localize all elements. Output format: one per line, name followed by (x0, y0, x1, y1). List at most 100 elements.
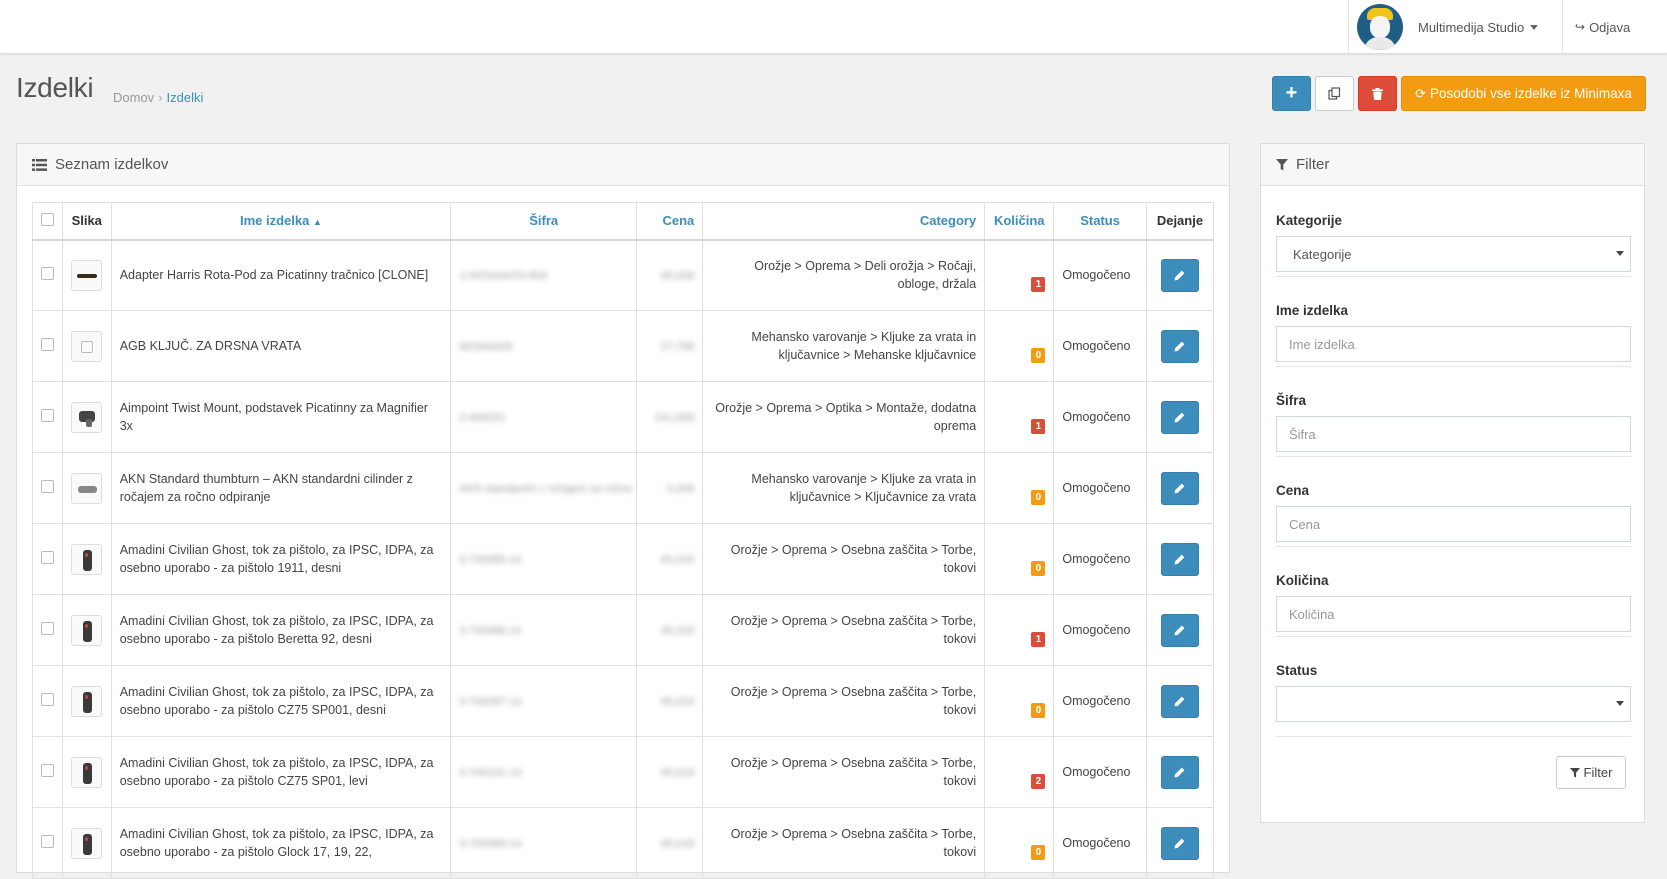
product-code: 3-700191-14 (459, 767, 522, 779)
table-row: Amadini Civilian Ghost, tok za pištolo, … (32, 665, 1215, 737)
filter-panel: Filter Kategorije Kategorije Ime izdelka… (1260, 143, 1645, 823)
plus-icon: + (1285, 82, 1298, 104)
row-checkbox[interactable] (41, 835, 54, 848)
pencil-icon (1175, 838, 1185, 848)
pencil-icon (1175, 270, 1185, 281)
edit-button[interactable] (1160, 471, 1199, 505)
category-select[interactable]: Kategorije (1276, 236, 1631, 272)
product-thumbnail (71, 827, 103, 859)
row-category-cell: Orožje > Oprema > Osebna zaščita > Torbe… (702, 665, 986, 737)
row-image-cell (61, 807, 112, 879)
product-thumbnail (71, 756, 103, 788)
product-name: Amadini Civilian Ghost, tok za pištolo, … (119, 827, 434, 859)
edit-button[interactable] (1160, 400, 1199, 434)
row-checkbox[interactable] (41, 409, 54, 422)
filter-button-label: Filter (1583, 765, 1613, 780)
breadcrumb-home[interactable]: Domov (113, 90, 154, 105)
user-menu[interactable]: Multimedija Studio (1348, 0, 1563, 54)
select-all-checkbox[interactable] (41, 212, 54, 226)
filter-button[interactable]: Filter (1556, 756, 1626, 789)
row-status-cell: Omogočeno (1053, 665, 1147, 737)
row-checkbox[interactable] (41, 338, 54, 351)
quantity-badge: 1 (1031, 631, 1046, 647)
product-name: AGB KLJUČ. ZA DRSNA VRATA (119, 339, 302, 353)
row-quantity-cell: 2 (984, 736, 1055, 808)
delete-button[interactable] (1358, 76, 1397, 111)
row-checkbox[interactable] (41, 480, 54, 493)
copy-button[interactable] (1315, 76, 1354, 111)
column-header-code[interactable]: Šifra (450, 202, 638, 241)
row-name-cell: Amadini Civilian Ghost, tok za pištolo, … (110, 807, 452, 879)
row-checkbox[interactable] (41, 764, 54, 777)
breadcrumb: Domov › Izdelki (113, 90, 204, 105)
select-all-header (32, 202, 63, 241)
code-filter-input[interactable] (1276, 416, 1631, 452)
page-title: Izdelki (16, 72, 94, 103)
row-select-cell (32, 736, 63, 808)
product-status: Omogočeno (1062, 339, 1131, 353)
table-row: Aimpoint Twist Mount, podstavek Picatinn… (32, 381, 1215, 453)
funnel-icon (1569, 767, 1580, 778)
column-header-price[interactable]: Cena (636, 202, 704, 241)
edit-button[interactable] (1160, 755, 1199, 789)
row-image-cell (61, 310, 112, 382)
row-select-cell (32, 452, 63, 524)
row-select-cell (32, 239, 63, 311)
pencil-icon (1175, 554, 1185, 564)
column-header-name[interactable]: Ime izdelka ▲ (110, 202, 452, 241)
edit-button[interactable] (1160, 684, 1199, 718)
column-header-category[interactable]: Category (702, 202, 986, 241)
filter-panel-header: Filter (1261, 144, 1644, 186)
quantity-badge: 0 (1031, 702, 1046, 718)
status-label: Status (1276, 663, 1318, 678)
row-category-cell: Orožje > Oprema > Osebna zaščita > Torbe… (702, 594, 986, 666)
product-code: W2300009 (459, 341, 513, 353)
row-quantity-cell: 0 (984, 452, 1055, 524)
category-label: Kategorije (1276, 213, 1343, 228)
list-icon (32, 158, 47, 171)
products-table: Slika Ime izdelka ▲ Šifra Cena Category … (32, 202, 1215, 879)
trash-icon (1372, 87, 1383, 100)
product-thumbnail (71, 614, 103, 646)
product-thumbnail (71, 472, 103, 504)
edit-button[interactable] (1160, 258, 1199, 292)
row-checkbox[interactable] (41, 622, 54, 635)
row-status-cell: Omogočeno (1053, 381, 1147, 453)
row-checkbox[interactable] (41, 551, 54, 564)
row-action-cell (1145, 452, 1215, 524)
row-action-cell (1145, 310, 1215, 382)
edit-button[interactable] (1160, 613, 1199, 647)
row-price-cell: 45,018 (636, 665, 704, 737)
price-filter-input[interactable] (1276, 506, 1631, 542)
row-name-cell: Amadini Civilian Ghost, tok za pištolo, … (110, 665, 452, 737)
quantity-filter-input[interactable] (1276, 596, 1631, 632)
row-action-cell (1145, 807, 1215, 879)
status-select[interactable] (1276, 686, 1631, 722)
column-header-image: Slika (61, 202, 112, 241)
quantity-badge: 1 (1031, 418, 1046, 434)
row-action-cell (1145, 523, 1215, 595)
row-code-cell: 2-400031 (450, 381, 638, 453)
row-checkbox[interactable] (41, 693, 54, 706)
name-filter-input[interactable] (1276, 326, 1631, 362)
pencil-icon (1175, 412, 1185, 422)
user-name: Multimedija Studio (1418, 19, 1525, 35)
logout-link[interactable]: ↪ Odjava (1575, 0, 1630, 54)
product-status: Omogočeno (1062, 552, 1131, 566)
row-checkbox[interactable] (41, 267, 54, 281)
table-header-row: Slika Ime izdelka ▲ Šifra Cena Category … (32, 202, 1215, 241)
column-header-status[interactable]: Status (1053, 202, 1147, 241)
product-code: 2-400031 (459, 412, 506, 424)
row-quantity-cell: 1 (984, 594, 1055, 666)
table-row: Amadini Civilian Ghost, tok za pištolo, … (32, 594, 1215, 666)
row-select-cell (32, 381, 63, 453)
row-code-cell: 3-700085-14 (450, 523, 638, 595)
select-arrow-icon (1616, 701, 1624, 706)
product-code: AKN standardni c ročajem za ročno (459, 483, 633, 495)
edit-button[interactable] (1160, 329, 1199, 363)
breadcrumb-current: Izdelki (166, 90, 204, 105)
sync-all-products-button[interactable]: ⟳ Posodobi vse izdelke iz Minimaxa (1401, 76, 1646, 111)
edit-button[interactable] (1160, 542, 1199, 576)
column-header-quantity[interactable]: Količina (984, 202, 1055, 241)
add-product-button[interactable]: + (1272, 76, 1311, 111)
